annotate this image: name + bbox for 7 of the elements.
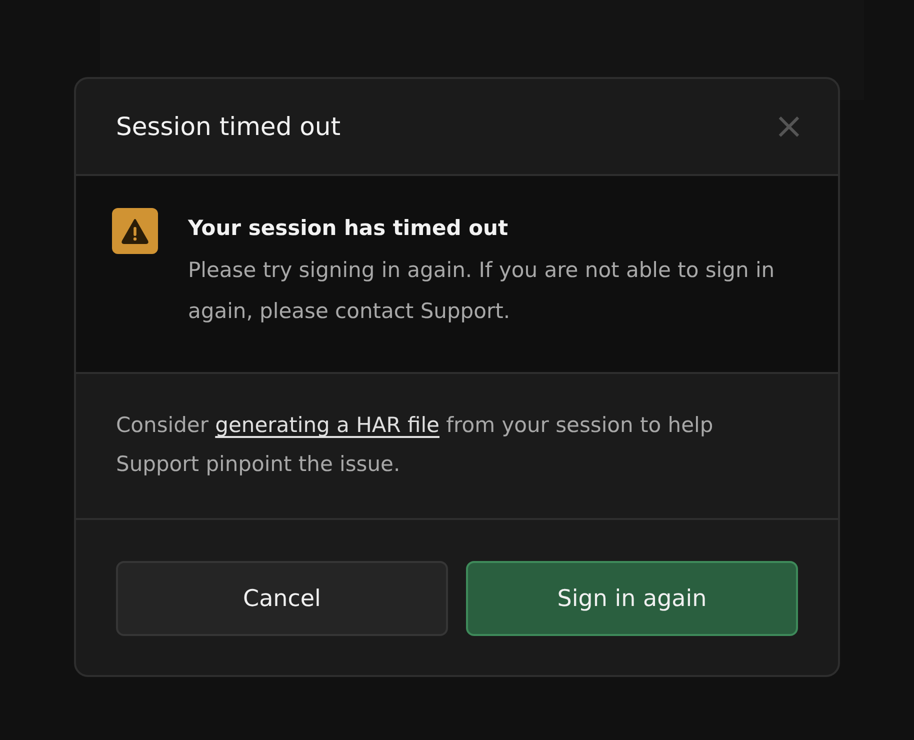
dialog-title: Session timed out [116,112,341,141]
har-file-link[interactable]: generating a HAR file [215,413,440,437]
alert-title: Your session has timed out [188,216,510,240]
sign-in-button[interactable]: Sign in again [466,561,798,636]
cancel-button[interactable]: Cancel [116,561,448,636]
alert-message: Please try signing in again. If you are not able to sign in again, please contact Support. [188,257,776,325]
har-note: Consider generating a HAR file from your session to help Support pinpoint the issue. [116,412,714,478]
